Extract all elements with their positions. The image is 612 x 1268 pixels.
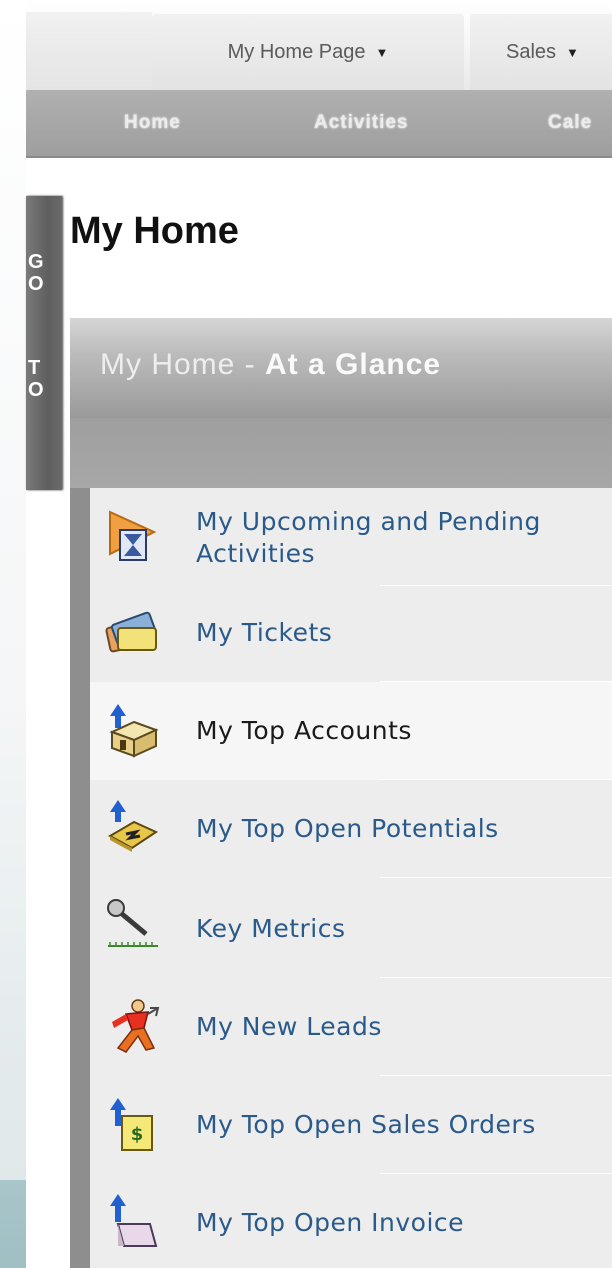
tickets-icon	[105, 611, 158, 653]
subnav-home[interactable]: Home	[124, 112, 181, 134]
panel-subheader	[70, 418, 612, 488]
chevron-down-icon[interactable]: ▼	[566, 45, 579, 60]
goto-letter: T	[28, 357, 41, 379]
list-item-label: My Top Open Invoice	[196, 1208, 465, 1237]
panel-title: My Home - At a Glance	[100, 348, 441, 382]
list-item-label: My Tickets	[196, 618, 333, 647]
panel-title-emphasis: At a Glance	[265, 348, 442, 381]
tab-my-home-page[interactable]: My Home Page ▼	[152, 14, 464, 90]
list-item-key-metrics[interactable]: Key Metrics	[90, 878, 612, 978]
list-item-label: My Upcoming and Pending Activities	[196, 507, 541, 568]
sub-navigation: Home Activities Cale	[26, 90, 612, 158]
tab-sales-label: Sales	[506, 40, 557, 63]
list-item-upcoming-activities[interactable]: My Upcoming and Pending Activities	[90, 488, 612, 586]
tab-bar-left-filler	[26, 12, 152, 90]
key-metrics-icon	[107, 899, 158, 947]
tab-sales[interactable]: Sales ▼	[470, 14, 612, 90]
goto-sidebar-toggle[interactable]: G O T O	[26, 196, 62, 490]
accounts-icon	[109, 704, 159, 758]
list-item-label: My New Leads	[196, 1012, 382, 1041]
subnav-activities[interactable]: Activities	[314, 112, 408, 134]
subnav-calendar[interactable]: Cale	[548, 112, 592, 134]
list-item-top-open-potentials[interactable]: My Top Open Potentials	[90, 780, 612, 878]
tab-my-home-page-label: My Home Page	[227, 40, 366, 63]
sales-orders-icon: $	[110, 1098, 153, 1151]
chevron-down-icon[interactable]: ▼	[375, 45, 388, 60]
new-leads-icon	[112, 999, 160, 1053]
list-item-label: Key Metrics	[196, 914, 346, 943]
hourglass-activity-icon	[109, 510, 157, 561]
svg-text:$: $	[131, 1124, 144, 1145]
list-item-new-leads[interactable]: My New Leads	[90, 978, 612, 1076]
panel-title-prefix: My Home -	[100, 348, 266, 381]
goto-letter: G	[28, 251, 44, 273]
list-item-top-accounts[interactable]: My Top Accounts	[90, 682, 612, 780]
list-item-label: My Top Open Potentials	[196, 814, 499, 843]
list-item-tickets[interactable]: My Tickets	[90, 586, 612, 682]
goto-letter: O	[28, 273, 44, 295]
list-item-top-open-invoice[interactable]: My Top Open Invoice	[90, 1174, 612, 1268]
page-left-strip	[0, 0, 26, 1268]
left-strip-accent	[0, 1180, 26, 1268]
page-title: My Home	[70, 210, 239, 252]
invoice-icon	[110, 1194, 158, 1247]
goto-letter: O	[28, 379, 44, 401]
list-item-label: My Top Open Sales Orders	[196, 1110, 536, 1139]
list-item-label: My Top Accounts	[196, 716, 412, 745]
list-item-top-open-sales-orders[interactable]: $ My Top Open Sales Orders	[90, 1076, 612, 1174]
potentials-icon	[107, 800, 159, 852]
